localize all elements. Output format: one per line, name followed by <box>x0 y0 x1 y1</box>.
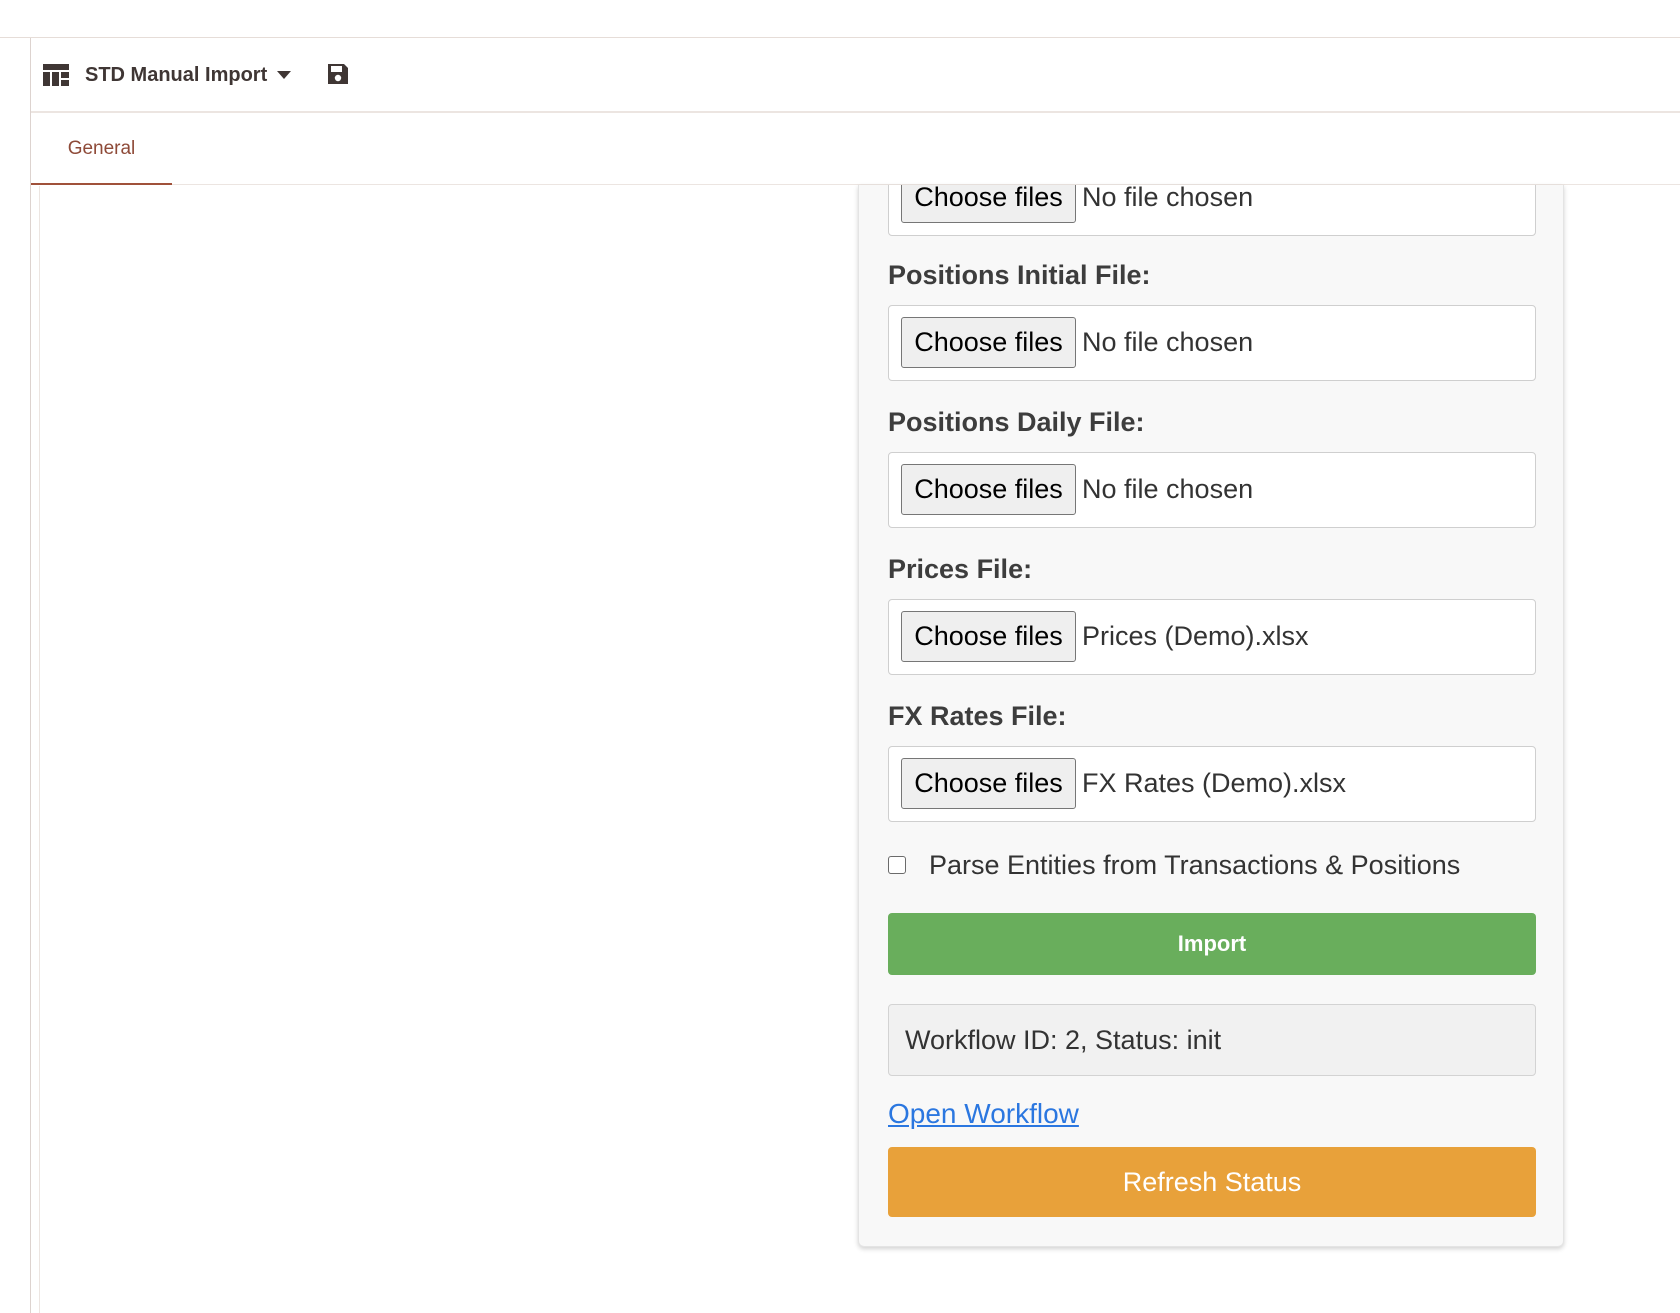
choose-files-button[interactable]: Choose files <box>901 317 1076 368</box>
tab-bar: General <box>31 113 1680 185</box>
file-field-transactions: Choose files No file chosen <box>888 185 1536 236</box>
left-gutter <box>0 38 31 1313</box>
import-button[interactable]: Import <box>888 913 1536 975</box>
choose-files-button[interactable]: Choose files <box>901 611 1076 662</box>
refresh-status-button[interactable]: Refresh Status <box>888 1147 1536 1217</box>
caret-down-icon[interactable] <box>277 71 291 79</box>
top-bar <box>0 0 1680 38</box>
choose-files-button[interactable]: Choose files <box>901 185 1076 223</box>
file-field-positions-daily: Choose files No file chosen <box>888 452 1536 528</box>
dashboard-icon <box>43 64 69 86</box>
save-icon[interactable] <box>326 62 350 86</box>
file-name: No file chosen <box>1082 474 1254 504</box>
file-field-prices: Choose files Prices (Demo).xlsx <box>888 599 1536 675</box>
file-name: Prices (Demo).xlsx <box>1082 621 1309 651</box>
file-field-positions-initial: Choose files No file chosen <box>888 305 1536 381</box>
dashboard-title[interactable]: STD Manual Import <box>85 62 267 88</box>
parse-entities-label[interactable]: Parse Entities from Transactions & Posit… <box>929 845 1460 885</box>
choose-files-button[interactable]: Choose files <box>901 464 1076 515</box>
choose-files-button[interactable]: Choose files <box>901 758 1076 809</box>
page: STD Manual Import General Choose files N… <box>0 0 1680 1313</box>
file-name: No file chosen <box>1082 185 1254 212</box>
parse-entities-checkbox[interactable] <box>888 856 906 874</box>
positions-daily-label: Positions Daily File: <box>888 407 1145 437</box>
open-workflow-link[interactable]: Open Workflow <box>888 1095 1079 1133</box>
parse-entities-row: Parse Entities from Transactions & Posit… <box>888 845 1536 885</box>
prices-label: Prices File: <box>888 554 1033 584</box>
tab-general[interactable]: General <box>31 113 172 185</box>
content-divider <box>39 186 40 1313</box>
workflow-status: Workflow ID: 2, Status: init <box>888 1004 1536 1076</box>
positions-initial-label: Positions Initial File: <box>888 260 1151 290</box>
file-name: No file chosen <box>1082 327 1254 357</box>
toolbar: STD Manual Import <box>31 38 1680 113</box>
import-form-panel: Choose files No file chosen Positions In… <box>858 185 1564 1247</box>
file-name: FX Rates (Demo).xlsx <box>1082 768 1347 798</box>
file-field-fx-rates: Choose files FX Rates (Demo).xlsx <box>888 746 1536 822</box>
fx-rates-label: FX Rates File: <box>888 701 1067 731</box>
